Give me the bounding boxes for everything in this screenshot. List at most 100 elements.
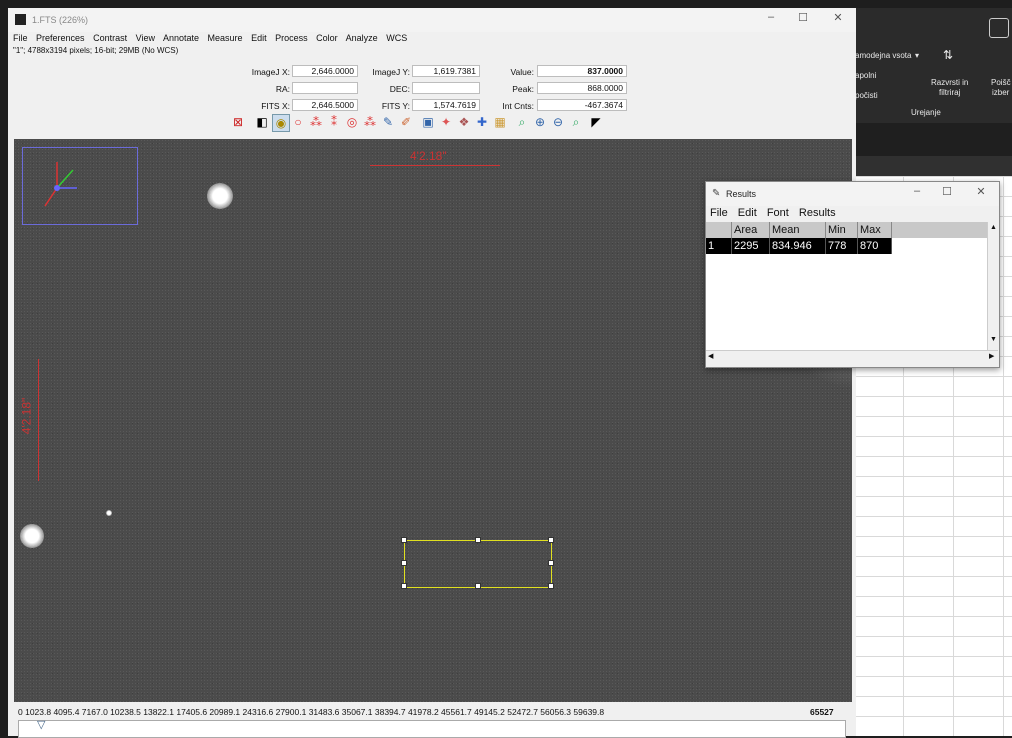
table-cell[interactable]: 778: [826, 238, 858, 254]
ra-field[interactable]: [292, 82, 358, 94]
roi-handle[interactable]: [548, 583, 554, 589]
column-header[interactable]: Area: [732, 222, 770, 238]
colorbar-max: 65527: [810, 707, 834, 717]
fits-y-field[interactable]: 1,574.7619: [412, 99, 480, 111]
menu-color[interactable]: Color: [316, 33, 338, 43]
ra-label: RA:: [275, 84, 290, 94]
align-icon[interactable]: ✦: [438, 114, 454, 130]
roi-handle[interactable]: [475, 537, 481, 543]
peak-label: Peak:: [512, 84, 534, 94]
roi-handle[interactable]: [401, 560, 407, 566]
ribbon-button-icon[interactable]: [989, 18, 1009, 38]
find-label[interactable]: Poišč: [991, 78, 1011, 87]
column-header[interactable]: Mean: [770, 222, 826, 238]
close-icon[interactable]: ✕: [823, 11, 853, 24]
menu-measure[interactable]: Measure: [208, 33, 243, 43]
scroll-right-icon[interactable]: ▶: [989, 352, 994, 360]
scroll-left-icon[interactable]: ◀: [708, 352, 713, 360]
results-title-bar: ✎ Results – ☐ ✕: [706, 182, 999, 206]
min-slider-icon[interactable]: ▽: [37, 718, 45, 731]
column-header-empty: [892, 222, 987, 238]
menu-file[interactable]: File: [13, 33, 28, 43]
menu-wcs[interactable]: WCS: [386, 33, 407, 43]
dec-field[interactable]: [412, 82, 480, 94]
imagej-y-field[interactable]: 1,619.7381: [412, 65, 480, 77]
histogram-colorbar[interactable]: ▽: [18, 718, 846, 738]
fill-label[interactable]: apolni: [855, 71, 876, 80]
fits-y-label: FITS Y:: [381, 101, 410, 111]
sort-filter-label[interactable]: Razvrsti in: [931, 78, 968, 87]
vertical-scrollbar[interactable]: ▲ ▼: [987, 222, 999, 350]
star: [106, 510, 112, 516]
roi-handle[interactable]: [475, 583, 481, 589]
value-field[interactable]: 837.0000: [537, 65, 627, 77]
zoom-out-icon[interactable]: ⊖: [550, 114, 566, 130]
circle-icon[interactable]: ○: [290, 114, 306, 130]
int-cnts-field[interactable]: -467.3674: [537, 99, 627, 111]
grid-icon[interactable]: ▦: [492, 114, 508, 130]
find-label-2[interactable]: izber: [992, 88, 1009, 97]
column-header[interactable]: [706, 222, 732, 238]
dec-label: DEC:: [389, 84, 410, 94]
menu-analyze[interactable]: Analyze: [346, 33, 378, 43]
column-header[interactable]: Max: [858, 222, 892, 238]
close-icon[interactable]: ✕: [966, 185, 996, 198]
results-menu-file[interactable]: File: [710, 207, 728, 219]
minimize-icon[interactable]: –: [902, 185, 932, 197]
roi-handle[interactable]: [548, 560, 554, 566]
rectangle-roi[interactable]: [404, 540, 552, 588]
menu-process[interactable]: Process: [275, 33, 308, 43]
pencil-icon[interactable]: ✎: [380, 114, 396, 130]
stack-icon[interactable]: ❖: [456, 114, 472, 130]
zoom-in-icon[interactable]: ⊕: [532, 114, 548, 130]
ribbon: amodejna vsota ▾ ⇅ apolni počisti Razvrs…: [853, 8, 1012, 123]
sort-filter-label-2[interactable]: filtriraj: [939, 88, 960, 97]
menu-view[interactable]: View: [136, 33, 155, 43]
peak-field[interactable]: 868.0000: [537, 82, 627, 94]
compass-arrows-icon: [44, 162, 77, 207]
menu-edit[interactable]: Edit: [251, 33, 267, 43]
maximize-icon[interactable]: ☐: [932, 185, 962, 198]
roi-handle[interactable]: [401, 583, 407, 589]
clear-label[interactable]: počisti: [855, 91, 878, 100]
dropdown-icon[interactable]: ▾: [915, 51, 919, 60]
autosum-label[interactable]: amodejna vsota: [855, 51, 911, 60]
zoom-fit-icon[interactable]: ⌕: [514, 114, 530, 130]
crosshair-icon[interactable]: ✚: [474, 114, 490, 130]
clear-overlay-icon[interactable]: ◧: [254, 114, 270, 130]
invert-icon[interactable]: ◤: [588, 114, 604, 130]
minimize-icon[interactable]: –: [756, 11, 786, 23]
zoom-reset-icon[interactable]: ⌕: [568, 114, 584, 130]
aperture-icon[interactable]: ◉: [272, 114, 290, 132]
table-cell[interactable]: 870: [858, 238, 892, 254]
stop-icon[interactable]: ⊠: [230, 114, 246, 130]
image-edit-icon[interactable]: ▣: [420, 114, 436, 130]
table-cell[interactable]: 2295: [732, 238, 770, 254]
results-window: ✎ Results – ☐ ✕ File Edit Font Results A…: [705, 181, 1000, 368]
horizontal-scrollbar[interactable]: ◀ ▶: [706, 350, 998, 363]
fits-x-field[interactable]: 2,646.5000: [292, 99, 358, 111]
results-table[interactable]: Area Mean Min Max 1 2295 834.946 778 870: [706, 222, 987, 350]
results-menu-font[interactable]: Font: [767, 207, 789, 219]
results-menu-edit[interactable]: Edit: [738, 207, 757, 219]
table-cell[interactable]: 1: [706, 238, 732, 254]
multi-aperture-226-icon[interactable]: ⁑: [326, 114, 342, 130]
menu-preferences[interactable]: Preferences: [36, 33, 85, 43]
imagej-x-field[interactable]: 2,646.0000: [292, 65, 358, 77]
sort-icon[interactable]: ⇅: [943, 48, 953, 62]
menu-contrast[interactable]: Contrast: [93, 33, 127, 43]
column-header[interactable]: Min: [826, 222, 858, 238]
brush-icon[interactable]: ✐: [398, 114, 414, 130]
roi-handle[interactable]: [548, 537, 554, 543]
target-icon[interactable]: ◎: [344, 114, 360, 130]
scroll-down-icon[interactable]: ▼: [990, 336, 997, 343]
set-aperture-icon[interactable]: ⁂: [362, 114, 378, 130]
maximize-icon[interactable]: ☐: [788, 11, 818, 24]
multi-aperture-icon[interactable]: ⁂: [308, 114, 324, 130]
results-menu-results[interactable]: Results: [799, 207, 836, 219]
roi-handle[interactable]: [401, 537, 407, 543]
vertical-scale-bar: [38, 359, 39, 481]
table-cell[interactable]: 834.946: [770, 238, 826, 254]
scroll-up-icon[interactable]: ▲: [990, 224, 997, 231]
menu-annotate[interactable]: Annotate: [163, 33, 199, 43]
